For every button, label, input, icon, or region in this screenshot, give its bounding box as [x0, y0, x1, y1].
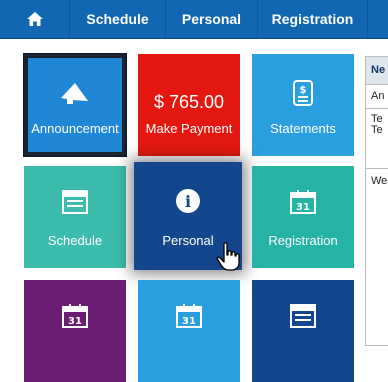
svg-text:i: i: [185, 192, 191, 211]
nav-registration[interactable]: Registration: [258, 0, 368, 38]
nav-more[interactable]: [368, 0, 388, 38]
row3-tile-2[interactable]: 31: [138, 280, 240, 382]
registration-label: Registration: [268, 233, 338, 248]
svg-text:$: $: [300, 85, 307, 96]
schedule-label: Schedule: [47, 233, 103, 248]
nav-personal[interactable]: Personal: [166, 0, 258, 38]
info-icon: i: [134, 188, 242, 214]
panel-text: Te Te: [366, 109, 388, 169]
document-dollar-icon: $: [252, 80, 354, 106]
top-nav-bar: Schedule Personal Registration: [0, 0, 388, 39]
panel-text-line: Te: [371, 124, 383, 136]
home-icon: [26, 12, 43, 26]
panel-header: Ne: [366, 57, 388, 85]
calendar-31-icon: 31: [138, 304, 240, 328]
row3-tile-1[interactable]: 31: [24, 280, 126, 382]
calendar-day-number: 31: [296, 202, 310, 213]
news-panel: Ne An Te Te We: [365, 56, 388, 346]
calendar-day-number: 31: [182, 316, 196, 327]
calendar-day-number: 31: [68, 316, 82, 327]
megaphone-icon: [28, 80, 122, 106]
panel-row[interactable]: An: [366, 85, 388, 109]
calendar-icon: [24, 190, 126, 214]
make-payment-label: Make Payment: [145, 121, 233, 136]
row3-tile-3[interactable]: [252, 280, 354, 382]
schedule-tile[interactable]: Schedule: [24, 166, 126, 268]
calendar-31-icon: 31: [252, 190, 354, 214]
announcement-tile[interactable]: Announcement: [24, 54, 126, 156]
calendar-31-icon: 31: [24, 304, 126, 328]
nav-home[interactable]: [0, 0, 70, 38]
calendar-icon: [252, 304, 354, 328]
statements-tile[interactable]: $ Statements: [252, 54, 354, 156]
announcement-label: Announcement: [31, 121, 119, 136]
hand-cursor-icon: [216, 242, 242, 272]
make-payment-tile[interactable]: $ 765.00 Make Payment: [138, 54, 240, 156]
panel-body: We: [371, 175, 388, 187]
registration-tile[interactable]: 31 Registration: [252, 166, 354, 268]
payment-amount: $ 765.00: [153, 92, 225, 112]
nav-schedule[interactable]: Schedule: [70, 0, 166, 38]
statements-label: Statements: [270, 121, 336, 136]
